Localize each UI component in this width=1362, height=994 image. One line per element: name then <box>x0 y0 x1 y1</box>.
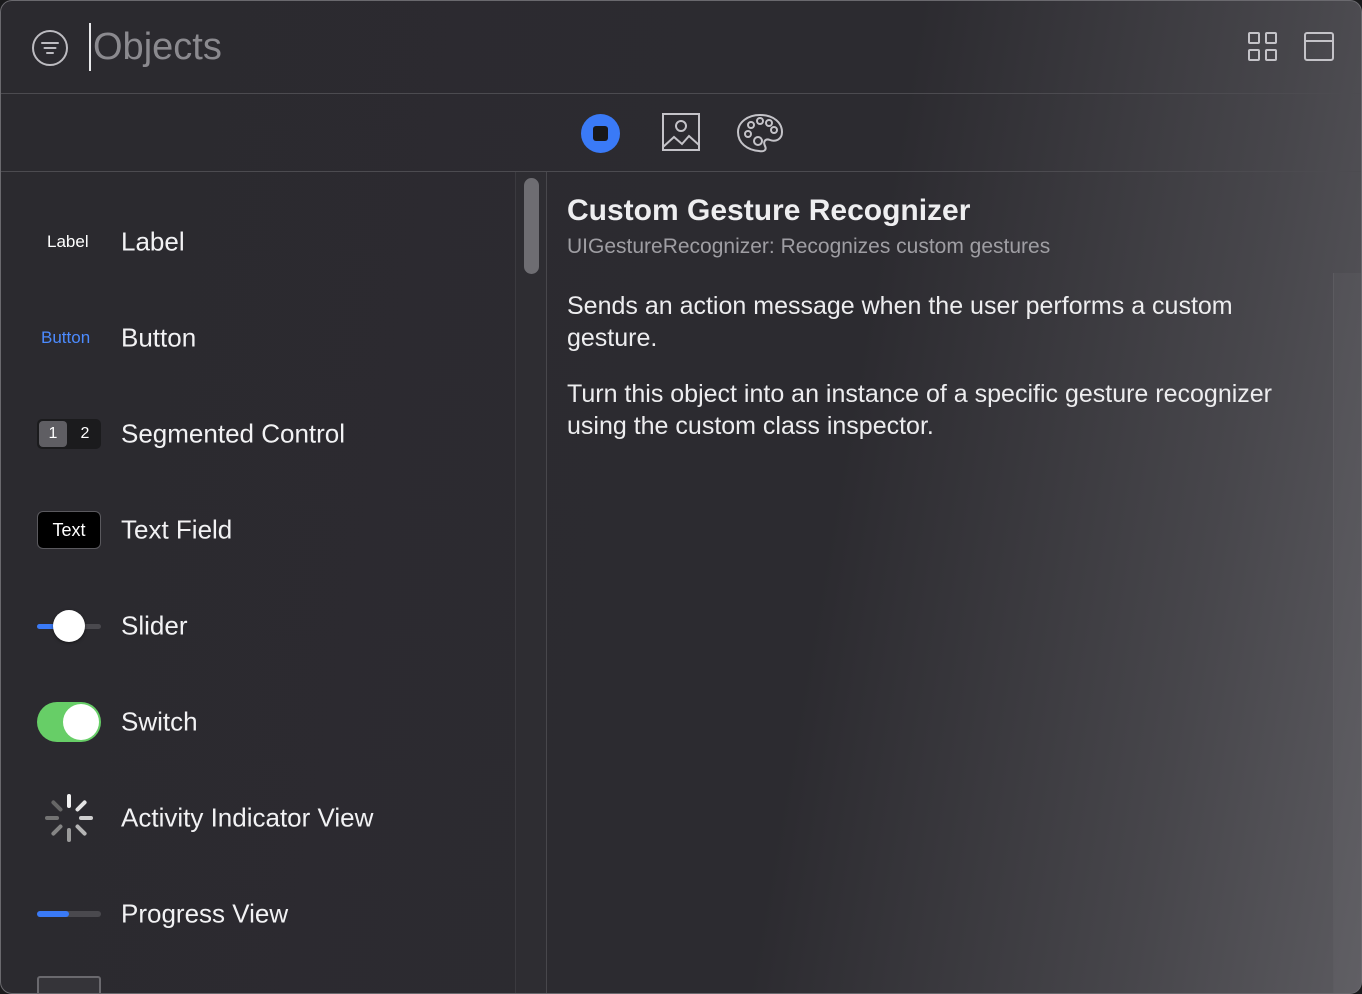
activity-indicator-icon <box>45 794 93 842</box>
list-scrollbar[interactable] <box>515 172 547 993</box>
search-input[interactable] <box>91 23 1091 71</box>
detail-description: Sends an action message when the user pe… <box>567 292 1233 352</box>
segment-1: 1 <box>39 421 67 447</box>
progress-fill <box>37 911 69 917</box>
object-list: Label Label Button Button 1 2 Segmented … <box>1 172 516 993</box>
detail-description: Turn this object into an instance of a s… <box>567 380 1273 440</box>
segment-2: 2 <box>80 425 90 442</box>
list-item-button[interactable]: Button Button <box>1 290 515 386</box>
list-item-label[interactable]: Label Label <box>1 194 515 290</box>
library-tab-bar <box>1 94 1361 172</box>
list-item-title: Button <box>121 322 197 353</box>
detail-pane: Custom Gesture Recognizer UIGestureRecog… <box>547 172 1361 993</box>
detail-subtitle: UIGestureRecognizer: Recognizes custom g… <box>567 235 1051 258</box>
button-thumbnail: Button <box>41 328 91 347</box>
list-item-slider[interactable]: Slider <box>1 578 515 674</box>
objects-tab-icon[interactable] <box>581 114 620 153</box>
list-item-title: Label <box>121 226 185 257</box>
segmented-control-thumbnail: 1 2 <box>37 419 101 449</box>
list-item-title: Slider <box>121 610 188 641</box>
detail-title: Custom Gesture Recognizer <box>567 194 971 227</box>
text-field-thumbnail: Text <box>37 511 101 549</box>
grid-view-icon[interactable] <box>1248 32 1277 61</box>
object-library-window: Label Label Button Button 1 2 Segmented … <box>0 0 1362 994</box>
search-bar <box>1 1 1361 94</box>
list-item-title: Progress View <box>121 898 289 929</box>
slider-thumbnail <box>37 609 101 643</box>
label-thumbnail: Label <box>47 232 89 251</box>
list-item-text-field[interactable]: Text Text Field <box>1 482 515 578</box>
progress-view-thumbnail <box>37 911 101 917</box>
list-item-segmented-control[interactable]: 1 2 Segmented Control <box>1 386 515 482</box>
colors-tab-icon[interactable] <box>737 113 783 153</box>
media-tab-icon[interactable] <box>662 113 700 151</box>
list-item-progress-view[interactable]: Progress View <box>1 866 515 962</box>
switch-knob <box>63 704 99 740</box>
list-item-title: Switch <box>121 706 198 737</box>
switch-thumbnail <box>37 702 101 742</box>
detail-view-icon[interactable] <box>1304 32 1334 61</box>
list-item-title: Activity Indicator View <box>121 802 374 833</box>
list-item-switch[interactable]: Switch <box>1 674 515 770</box>
scrollbar-thumb[interactable] <box>524 178 539 274</box>
list-item-title: Segmented Control <box>121 418 346 449</box>
partial-list-item-thumbnail <box>37 976 101 993</box>
list-item-activity-indicator[interactable]: Activity Indicator View <box>1 770 515 866</box>
detail-scrollbar[interactable] <box>1333 273 1361 993</box>
slider-knob <box>53 610 85 642</box>
filter-icon[interactable] <box>32 30 68 66</box>
list-item-title: Text Field <box>121 514 233 545</box>
